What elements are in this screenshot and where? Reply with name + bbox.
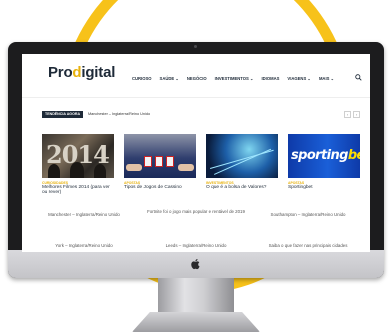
scene: Prodigital CURIOSO SAÚDE ⌄ NEGÓCIO INVES… — [0, 0, 392, 336]
monitor-stand-base — [132, 312, 260, 332]
post-thumbnail-movies[interactable]: 2014 — [42, 134, 114, 178]
post-title[interactable]: Sportingbet — [288, 185, 360, 190]
related-link[interactable]: Manchester – Inglaterra/Reino Unido — [28, 212, 140, 217]
trending-label: TENDÊNCIA AGORA — [42, 111, 84, 118]
monitor-chin — [8, 250, 384, 278]
sportingbet-logo: sportingbet — [291, 148, 360, 163]
post-title[interactable]: Tipos de Jogos de Cassino — [124, 185, 196, 190]
post-card[interactable]: APOSTAS Tipos de Jogos de Cassino — [124, 134, 196, 190]
camera-dot — [194, 45, 197, 48]
post-card[interactable]: INVESTIMENTOS O que é a bolsa de Valores… — [206, 134, 278, 190]
hand-shape — [178, 164, 194, 171]
nav-item-saude[interactable]: SAÚDE ⌄ — [160, 76, 179, 81]
playing-card — [144, 156, 152, 167]
post-title[interactable]: O que é a bolsa de Valores? — [206, 185, 278, 190]
post-thumbnail-sportingbet[interactable]: sportingbet — [288, 134, 360, 178]
post-thumbnail-stock-exchange[interactable] — [206, 134, 278, 178]
apple-logo-icon — [191, 258, 200, 270]
nav-item-curioso[interactable]: CURIOSO — [132, 76, 152, 81]
related-link[interactable]: Southampton – Inglaterra/Reino Unido — [252, 212, 364, 217]
trending-arrows: ‹ › — [344, 111, 360, 118]
sportingbet-logo-accent: bet — [347, 148, 360, 163]
nav-item-idiomas[interactable]: IDIOMAS — [261, 76, 279, 81]
post-thumbnail-casino[interactable] — [124, 134, 196, 178]
logo-text-suffix: igital — [81, 64, 116, 81]
logo-text-prefix: Pro — [48, 64, 73, 81]
post-title[interactable]: Melhores Filmes 2014 (para ver ou rever) — [42, 185, 114, 196]
related-link[interactable]: Saiba o que fazer nas principais cidades — [252, 243, 364, 248]
nav-item-negocio[interactable]: NEGÓCIO — [187, 76, 207, 81]
figure-silhouette — [70, 162, 84, 178]
related-link[interactable]: York – Inglaterra/Reino Unido — [28, 243, 140, 248]
site-logo[interactable]: Prodigital — [48, 64, 115, 81]
figure-silhouette — [48, 164, 60, 178]
related-link[interactable]: Fortnite foi o jogo mais popular e rentá… — [140, 209, 252, 214]
trending-next-button[interactable]: › — [353, 111, 360, 118]
trending-headline[interactable]: Manchester – Inglaterra/Reino Unido — [88, 112, 150, 116]
search-icon[interactable] — [355, 74, 362, 81]
nav-item-mais[interactable]: MAIS ⌄ — [319, 76, 334, 81]
post-card[interactable]: sportingbet APOSTAS Sportingbet — [288, 134, 360, 190]
trending-bar: TENDÊNCIA AGORA Manchester – Inglaterra/… — [42, 111, 360, 119]
nav-item-investimentos[interactable]: INVESTIMENTOS ⌄ — [215, 76, 254, 81]
hand-shape — [126, 164, 142, 171]
main-nav: CURIOSO SAÚDE ⌄ NEGÓCIO INVESTIMENTOS ⌄ … — [132, 76, 334, 81]
playing-card — [166, 156, 174, 167]
nav-item-viagens[interactable]: VIAGENS ⌄ — [287, 76, 311, 81]
related-links-grid: Manchester – Inglaterra/Reino Unido Fort… — [28, 202, 364, 252]
playing-card — [155, 156, 163, 167]
trending-prev-button[interactable]: ‹ — [344, 111, 351, 118]
site-header: Prodigital CURIOSO SAÚDE ⌄ NEGÓCIO INVES… — [22, 54, 370, 98]
chart-line — [214, 148, 272, 175]
website-screen: Prodigital CURIOSO SAÚDE ⌄ NEGÓCIO INVES… — [22, 54, 370, 252]
post-card[interactable]: 2014 CURIOSIDADES Melhores Filmes 2014 (… — [42, 134, 114, 196]
figure-silhouette — [94, 164, 106, 178]
related-link[interactable]: Leeds – Inglaterra/Reino Unido — [140, 243, 252, 248]
